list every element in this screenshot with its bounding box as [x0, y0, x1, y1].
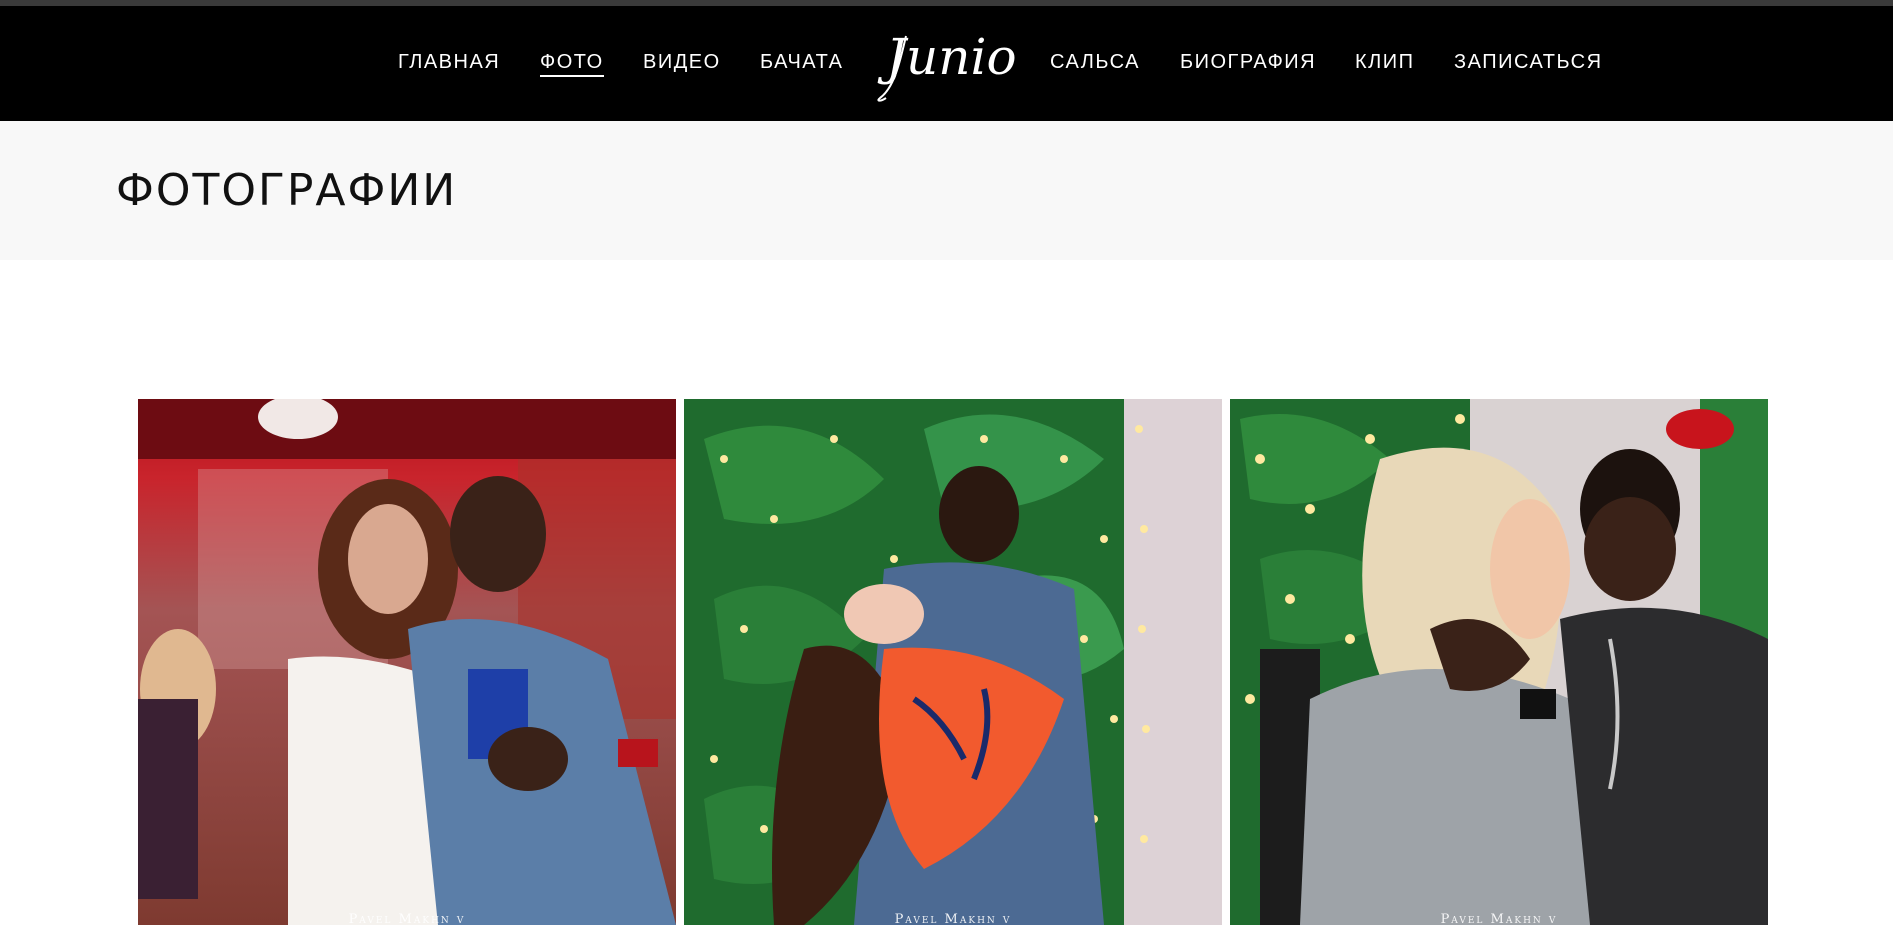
nav-item-clip[interactable]: КЛИП [1355, 50, 1415, 74]
dance-photo-3-icon [1230, 399, 1768, 925]
dance-photo-1-icon [138, 399, 676, 925]
photo-watermark: Pavel Makhn v [894, 912, 1012, 925]
nav-item-biography[interactable]: БИОГРАФИЯ [1180, 50, 1316, 74]
logo-text: Junior [877, 28, 1020, 86]
nav-item-salsa[interactable]: САЛЬСА [1050, 50, 1140, 74]
page-title: ФОТОГРАФИИ [116, 165, 458, 216]
photo-gallery: Pavel Makhn v Pavel Makhn v Pavel Makhn … [138, 399, 1768, 925]
page-title-band: ФОТОГРАФИИ [0, 121, 1893, 260]
site-logo[interactable]: Junior [876, 22, 1044, 106]
gallery-photo-1[interactable]: Pavel Makhn v [138, 399, 676, 925]
junior-logo-icon: Junior [877, 28, 1044, 102]
nav-item-signup[interactable]: ЗАПИСАТЬСЯ [1454, 50, 1603, 74]
main-navigation: ГЛАВНАЯ ФОТО ВИДЕО БАЧАТА Junior САЛЬСА … [0, 6, 1893, 121]
nav-item-photo[interactable]: ФОТО [540, 50, 604, 77]
nav-item-bachata[interactable]: БАЧАТА [760, 50, 843, 74]
nav-item-home[interactable]: ГЛАВНАЯ [398, 50, 500, 74]
gallery-photo-2[interactable]: Pavel Makhn v [684, 399, 1222, 925]
gallery-photo-3[interactable]: Pavel Makhn v [1230, 399, 1768, 925]
nav-item-video[interactable]: ВИДЕО [643, 50, 721, 74]
dance-photo-2-icon [684, 399, 1222, 925]
photo-watermark: Pavel Makhn v [1440, 912, 1558, 925]
photo-watermark: Pavel Makhn v [348, 912, 466, 925]
